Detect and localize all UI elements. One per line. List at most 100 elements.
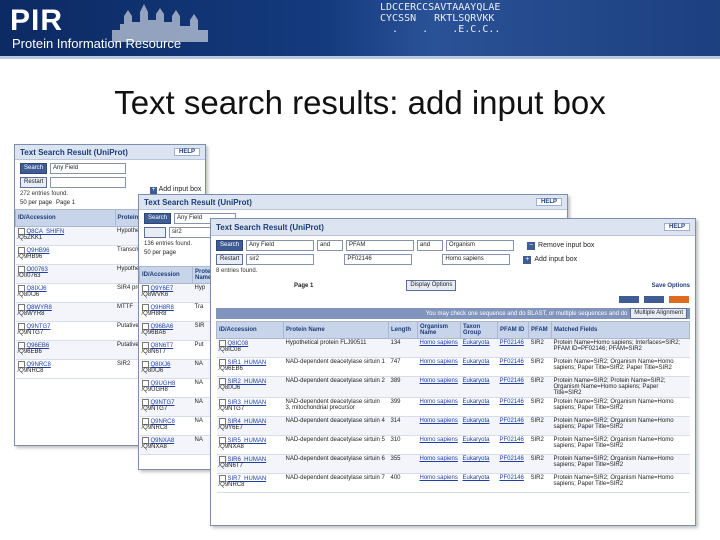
field-select[interactable]: Any Field [50,163,127,174]
entry-accession: /Q9NTG7 [218,406,245,413]
row-checkbox[interactable] [17,361,25,368]
taxon-link[interactable]: Eukaryota [460,397,498,417]
help-button[interactable]: HELP [173,148,200,156]
entry-accession: /Q8IXJ6 [218,385,241,392]
search-button[interactable]: Search [216,240,244,251]
row-checkbox[interactable] [17,228,25,235]
row-checkbox[interactable] [218,456,226,463]
row-checkbox[interactable] [141,323,149,330]
row-checkbox[interactable] [218,437,226,444]
row-checkbox[interactable] [218,399,226,406]
pfam-id-link[interactable]: PF02146 [497,376,529,398]
search-term-input-3[interactable]: Homo sapiens [442,254,511,265]
row-checkbox[interactable] [141,437,149,444]
save-format-button[interactable] [644,296,664,303]
per-page-select[interactable]: 50 per page [20,200,52,206]
pfam-id-link[interactable]: PF02146 [497,338,529,358]
multiple-alignment-button[interactable]: Multiple Alignment [630,308,687,319]
taxon-link[interactable]: Eukaryota [460,416,498,436]
row-checkbox[interactable] [141,342,149,349]
restart-button[interactable]: Restart [216,254,244,265]
organism-link[interactable]: Homo sapiens [417,454,461,474]
taxon-link[interactable]: Eukaryota [460,357,498,377]
operator-select-2[interactable]: and [417,240,444,251]
table-row: Q9NXA8/Q9NXA8 NA [139,435,214,455]
col-pfam[interactable]: PFAM [528,321,552,339]
restart-button[interactable] [144,227,166,238]
taxon-link[interactable]: Eukaryota [460,338,498,358]
organism-link[interactable]: Homo sapiens [417,397,461,417]
row-checkbox[interactable] [218,418,226,425]
table-header-row: ID/Accession Protein Name [139,266,216,284]
col-length[interactable]: Length [388,321,418,339]
per-page-select[interactable]: 50 per page [144,250,176,256]
organism-link[interactable]: Homo sapiens [417,435,461,455]
pfam-id-link[interactable]: PF02146 [497,416,529,436]
taxon-link[interactable]: Eukaryota [460,376,498,398]
row-checkbox[interactable] [218,378,226,385]
col-organism-name[interactable]: Organism Name [417,321,461,339]
row-checkbox[interactable] [17,266,25,273]
save-format-button[interactable] [669,296,689,303]
entry-accession: /Q8IC08 [218,347,241,354]
display-options-button[interactable]: Display Options [406,280,457,291]
pfam-id-link[interactable]: PF02146 [497,454,529,474]
col-matched-fields[interactable]: Matched Fields [551,321,690,339]
taxon-link[interactable]: Eukaryota [460,454,498,474]
search-button[interactable]: Search [144,213,172,224]
add-input-hint[interactable]: + Add input box [150,186,201,194]
pfam-id-link[interactable]: PF02146 [497,435,529,455]
search-term-input-2[interactable]: PF02146 [344,254,413,265]
field-select-2[interactable]: PFAM [346,240,415,251]
results-table: ID/Accession Protein Name Q9Y6E7/Q8WVK6 H… [139,266,216,455]
organism-link[interactable]: Homo sapiens [417,357,461,377]
col-taxon-group[interactable]: Taxon Group [460,321,498,339]
col-protein-name[interactable]: Protein Name [283,321,389,339]
search-button[interactable]: Search [20,163,48,174]
row-checkbox[interactable] [141,399,149,406]
row-checkbox[interactable] [17,342,25,349]
restart-button[interactable]: Restart [20,177,48,188]
row-checkbox[interactable] [218,359,226,366]
pfam-value: SIR2 [528,473,552,493]
matched-fields: Protein Name=SIR2; Organism Name=Homo sa… [551,357,690,377]
row-checkbox[interactable] [17,247,25,254]
minus-icon[interactable]: − [527,241,536,250]
field-select-3[interactable]: Organism [446,240,515,251]
organism-link[interactable]: Homo sapiens [417,473,461,493]
help-button[interactable]: HELP [535,198,562,206]
entry-accession: /Q96BA6 [141,330,166,337]
add-input-label[interactable]: Add input box [534,256,577,263]
entry-accession: /Q96EB6 [17,349,42,356]
row-checkbox[interactable] [17,304,25,311]
col-pfam-id[interactable]: PFAM ID [497,321,529,339]
plus-icon[interactable]: + [523,255,532,264]
row-checkbox[interactable] [17,285,25,292]
save-format-button[interactable] [619,296,639,303]
row-checkbox[interactable] [141,418,149,425]
operator-select-1[interactable]: and [317,240,344,251]
col-id-accession[interactable]: ID/Accession [139,266,193,284]
row-checkbox[interactable] [17,323,25,330]
col-id-accession[interactable]: ID/Accession [216,321,284,339]
row-checkbox[interactable] [141,304,149,311]
row-checkbox[interactable] [141,361,149,368]
taxon-link[interactable]: Eukaryota [460,473,498,493]
pfam-id-link[interactable]: PF02146 [497,473,529,493]
taxon-link[interactable]: Eukaryota [460,435,498,455]
help-button[interactable]: HELP [663,223,690,231]
row-checkbox[interactable] [141,285,149,292]
search-term-input[interactable] [50,177,127,188]
row-checkbox[interactable] [218,340,226,347]
organism-link[interactable]: Homo sapiens [417,376,461,398]
search-term-input-1[interactable]: sir2 [246,254,315,265]
row-checkbox[interactable] [218,475,226,482]
row-checkbox[interactable] [141,380,149,387]
remove-input-label[interactable]: Remove input box [538,242,594,249]
organism-link[interactable]: Homo sapiens [417,416,461,436]
field-select-1[interactable]: Any Field [246,240,315,251]
col-id-accession[interactable]: ID/Accession [15,209,116,227]
pfam-id-link[interactable]: PF02146 [497,397,529,417]
pfam-id-link[interactable]: PF02146 [497,357,529,377]
organism-link[interactable]: Homo sapiens [417,338,461,358]
